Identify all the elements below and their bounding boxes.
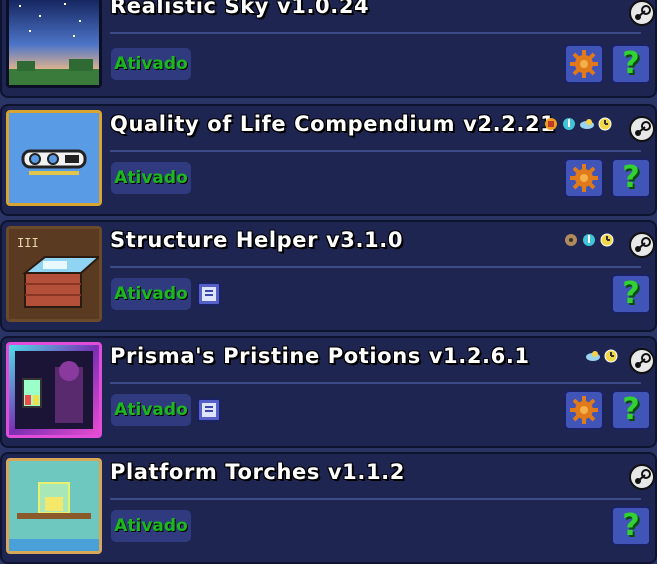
tag-orange-icon — [545, 118, 557, 130]
mod-tags — [563, 232, 615, 248]
tag-cloud-icon — [580, 119, 594, 129]
steam-icon — [629, 0, 655, 26]
help-button[interactable]: ? — [611, 44, 651, 84]
tag-cyan-icon — [583, 234, 595, 246]
mod-status: Ativado — [111, 162, 191, 194]
help-button[interactable]: ? — [611, 390, 651, 430]
mod-row-realistic-sky[interactable]: Realistic Sky v1.0.24 Ativado ? — [0, 0, 657, 98]
steam-icon — [629, 116, 655, 142]
tag-clock-icon — [604, 349, 618, 363]
config-button[interactable] — [564, 158, 604, 198]
mod-row-pristine-potions[interactable]: Prisma's Pristine Potions v1.2.6.1 Ativa… — [0, 336, 657, 448]
config-button[interactable] — [564, 390, 604, 430]
steam-icon — [629, 348, 655, 374]
question-mark-icon: ? — [622, 46, 640, 81]
mod-title: Realistic Sky v1.0.24 — [110, 0, 370, 18]
mod-status: Ativado — [111, 394, 191, 426]
config-button[interactable] — [564, 44, 604, 84]
mod-title: Prisma's Pristine Potions v1.2.6.1 — [110, 344, 530, 368]
tag-clock-icon — [600, 233, 614, 247]
mod-thumbnail-pristine-potions — [6, 342, 102, 438]
help-button[interactable]: ? — [611, 158, 651, 198]
mod-tags — [585, 348, 619, 364]
mod-title: Platform Torches v1.1.2 — [110, 460, 405, 484]
tag-cyan-icon — [563, 118, 575, 130]
config-note-icon[interactable] — [197, 282, 221, 306]
row-separator — [110, 382, 641, 384]
svg-text:III: III — [17, 236, 39, 250]
mod-status: Ativado — [111, 278, 191, 310]
help-button[interactable]: ? — [611, 274, 651, 314]
config-note-icon[interactable] — [197, 398, 221, 422]
help-button[interactable]: ? — [611, 506, 651, 546]
row-separator — [110, 266, 641, 268]
mod-thumbnail-structure-helper: III — [6, 226, 102, 322]
row-separator — [110, 150, 641, 152]
gear-icon — [570, 396, 598, 424]
mod-row-platform-torches[interactable]: Platform Torches v1.1.2 Ativado ? — [0, 452, 657, 564]
mod-row-structure-helper[interactable]: III Structure Helper v3.1.0 Ativado ? — [0, 220, 657, 332]
mod-row-qol-compendium[interactable]: Quality of Life Compendium v2.2.21 Ativa… — [0, 104, 657, 216]
tag-clock-icon — [598, 117, 612, 131]
mod-thumbnail-qol — [6, 110, 102, 206]
mod-status: Ativado — [111, 48, 191, 80]
tag-gear-icon — [565, 234, 577, 246]
mod-title: Structure Helper v3.1.0 — [110, 228, 404, 252]
steam-icon — [629, 232, 655, 258]
gear-icon — [570, 164, 598, 192]
mod-thumbnail-platform-torches — [6, 458, 102, 554]
mod-thumbnail-realistic-sky — [6, 0, 102, 88]
mod-status: Ativado — [111, 510, 191, 542]
row-separator — [110, 32, 641, 34]
gear-icon — [570, 50, 598, 78]
row-separator — [110, 498, 641, 500]
mod-title: Quality of Life Compendium v2.2.21 — [110, 112, 556, 136]
question-mark-icon: ? — [622, 276, 640, 311]
question-mark-icon: ? — [622, 160, 640, 195]
question-mark-icon: ? — [622, 508, 640, 543]
mod-list: Realistic Sky v1.0.24 Ativado ? Quality … — [0, 0, 657, 564]
question-mark-icon: ? — [622, 392, 640, 427]
steam-icon — [629, 464, 655, 490]
mod-tags — [543, 116, 613, 132]
tag-cloud-icon — [586, 351, 600, 361]
